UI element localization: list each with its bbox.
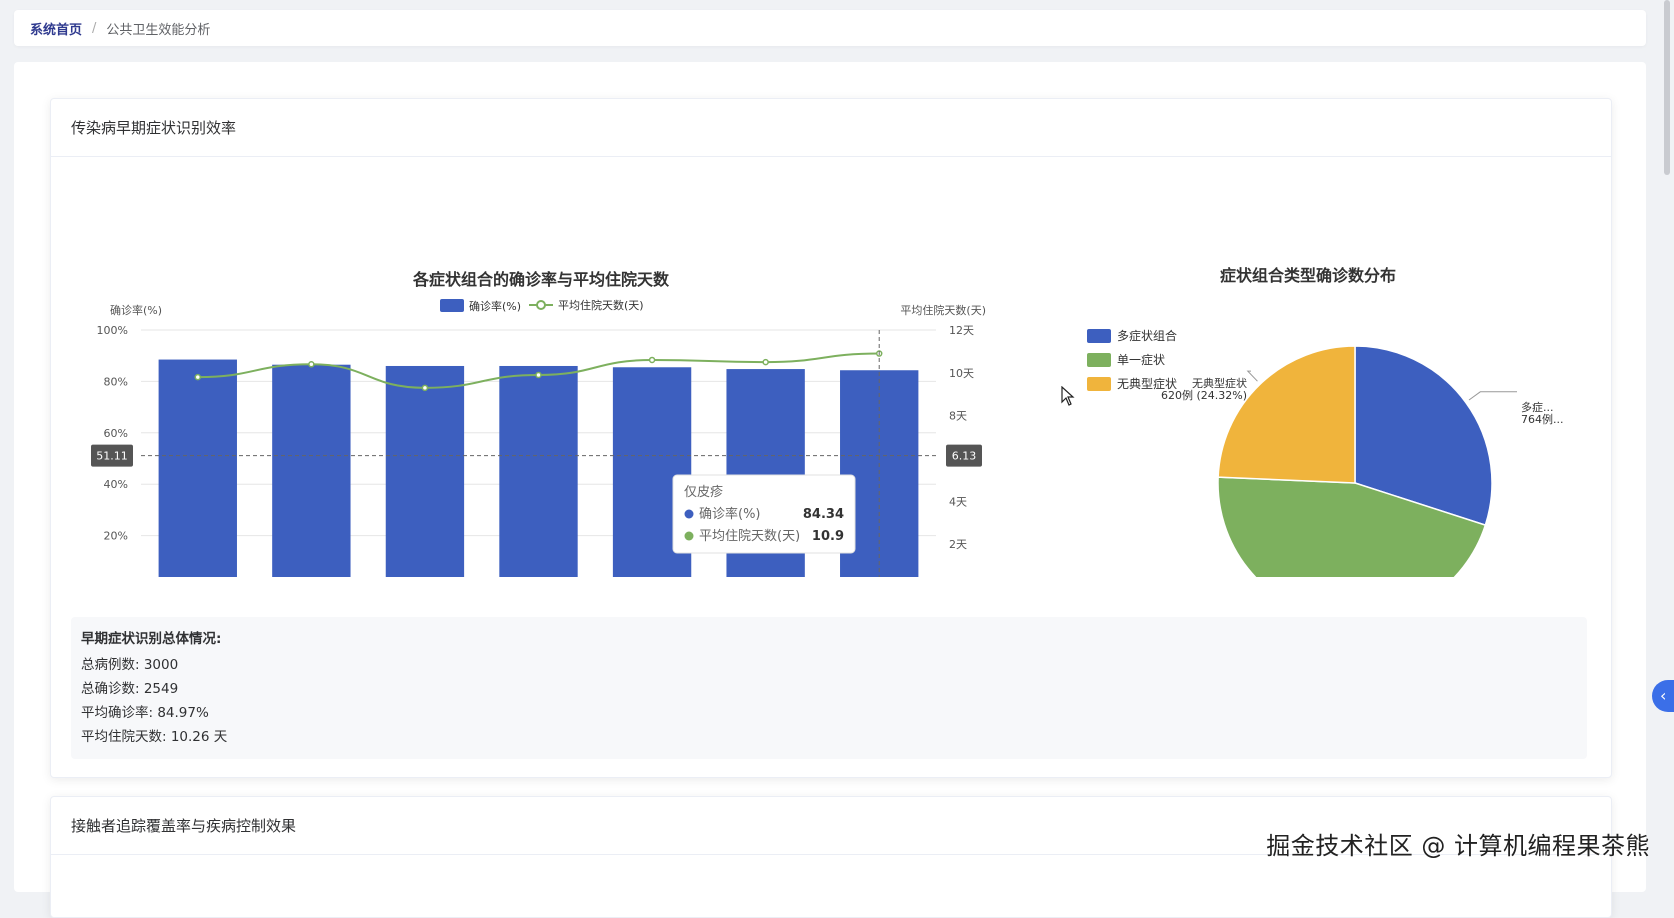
y-right-axis-name: 平均住院天数(天) bbox=[900, 303, 986, 317]
symptom-efficiency-card: 传染病早期症状识别效率 各症状组合的确诊率与平均住院天数确诊率(%) 平均住院天数… bbox=[50, 98, 1612, 778]
tooltip-marker-1 bbox=[684, 531, 694, 541]
pie-legend-swatch-0 bbox=[1087, 329, 1111, 343]
chart-title: 各症状组合的确诊率与平均住院天数 bbox=[412, 270, 670, 289]
line-point-4 bbox=[648, 356, 656, 364]
breadcrumb-current: 公共卫生效能分析 bbox=[106, 22, 211, 38]
bar-1 bbox=[272, 364, 351, 577]
summary-title: 早期症状识别总体情况: bbox=[81, 631, 222, 647]
bar-2 bbox=[385, 365, 465, 577]
bar-3 bbox=[499, 365, 578, 577]
summary-avg-rate: 平均确诊率: 84.97% bbox=[81, 705, 209, 721]
line-point-5 bbox=[762, 358, 769, 366]
pie-value-label-0: 764例... bbox=[1521, 412, 1564, 426]
y-left-tick-label: 40% bbox=[104, 478, 128, 491]
side-collapse-tab[interactable]: ‹ bbox=[1652, 680, 1674, 712]
tooltip-series-name: 平均住院天数(天) bbox=[699, 529, 800, 544]
pie-label-0: 多症... bbox=[1521, 400, 1554, 414]
crosshair-left-label: 51.11 bbox=[96, 450, 128, 463]
combo-chart[interactable]: 各症状组合的确诊率与平均住院天数确诊率(%) 平均住院天数(天) 确诊率(%) 平均住… bbox=[51, 157, 1051, 577]
line-point-0 bbox=[194, 373, 202, 381]
y-right-tick-label: 10天 bbox=[949, 367, 974, 380]
pie-label-line-2 bbox=[1246, 370, 1258, 382]
y-right-tick-label: 8天 bbox=[949, 410, 967, 423]
pie-legend-label-1: 单一症状 bbox=[1117, 352, 1165, 367]
summary-total-confirmed: 总确诊数: 2549 bbox=[81, 681, 179, 697]
crosshair-right-label: 6.13 bbox=[952, 450, 977, 463]
y-right-tick-label: 12天 bbox=[949, 324, 974, 337]
summary-total-cases: 总病例数: 3000 bbox=[81, 657, 179, 673]
tooltip-series-name: 确诊率(%) bbox=[699, 506, 761, 522]
line-point-2 bbox=[421, 384, 429, 392]
legend-bar-swatch bbox=[440, 299, 464, 312]
y-right-tick-label: 2天 bbox=[949, 538, 967, 551]
main-panel: 传染病早期症状识别效率 各症状组合的确诊率与平均住院天数确诊率(%) 平均住院天数… bbox=[14, 62, 1646, 918]
chevron-left-icon: ‹ bbox=[1660, 686, 1667, 705]
chart-tooltip: 仅皮疹确诊率(%) 84.34平均住院天数(天) 10.9 bbox=[672, 474, 856, 554]
breadcrumb: 系统首页 / 公共卫生效能分析 bbox=[14, 10, 1646, 46]
summary-panel: 早期症状识别总体情况: 总病例数: 3000 总确诊数: 2549 平均确诊率:… bbox=[71, 617, 1587, 759]
breadcrumb-separator: / bbox=[92, 20, 97, 36]
pie-legend-swatch-1 bbox=[1087, 353, 1111, 367]
tooltip-marker-0 bbox=[684, 509, 694, 519]
y-right-tick-label: 4天 bbox=[949, 495, 967, 508]
y-left-tick-label: 60% bbox=[104, 427, 128, 440]
tooltip-series-value: 84.34 bbox=[803, 507, 844, 522]
line-point-3 bbox=[535, 371, 542, 379]
pie-chart[interactable]: 症状组合类型确诊数分布多症状组合单一症状无典型症状多症...764例...单一症… bbox=[1051, 157, 1571, 577]
y-left-axis-name: 确诊率(%) bbox=[110, 303, 162, 317]
mouse-cursor-icon bbox=[1061, 386, 1075, 406]
y-left-tick-label: 20% bbox=[104, 530, 128, 543]
y-left-tick-label: 80% bbox=[104, 375, 128, 388]
page-scrollbar[interactable] bbox=[1664, 0, 1670, 175]
tooltip-category: 仅皮疹 bbox=[684, 484, 723, 500]
breadcrumb-home-link[interactable]: 系统首页 bbox=[30, 19, 82, 38]
line-point-1 bbox=[308, 361, 315, 368]
legend-line-label: 平均住院天数(天) bbox=[558, 298, 644, 312]
bar-0 bbox=[158, 359, 237, 577]
legend-line-marker bbox=[536, 300, 546, 310]
pie-label-line-0 bbox=[1468, 391, 1517, 401]
pie-title: 症状组合类型确诊数分布 bbox=[1220, 266, 1396, 285]
summary-avg-days: 平均住院天数: 10.26 天 bbox=[81, 729, 228, 745]
legend-bar-label: 确诊率(%) bbox=[469, 299, 521, 313]
card-title: 传染病早期症状识别效率 bbox=[51, 99, 1611, 157]
pie-legend-swatch-2 bbox=[1087, 377, 1111, 391]
watermark: 掘金技术社区 @ 计算机编程果茶熊 bbox=[1266, 832, 1650, 860]
y-left-tick-label: 100% bbox=[97, 324, 128, 337]
tooltip-series-value: 10.9 bbox=[812, 529, 844, 544]
pie-label-2: 无典型症状 bbox=[1192, 376, 1247, 390]
pie-value-label-2: 620例 (24.32%) bbox=[1161, 388, 1247, 402]
pie-slice-2 bbox=[1217, 345, 1356, 484]
pie-legend-label-0: 多症状组合 bbox=[1117, 328, 1177, 343]
